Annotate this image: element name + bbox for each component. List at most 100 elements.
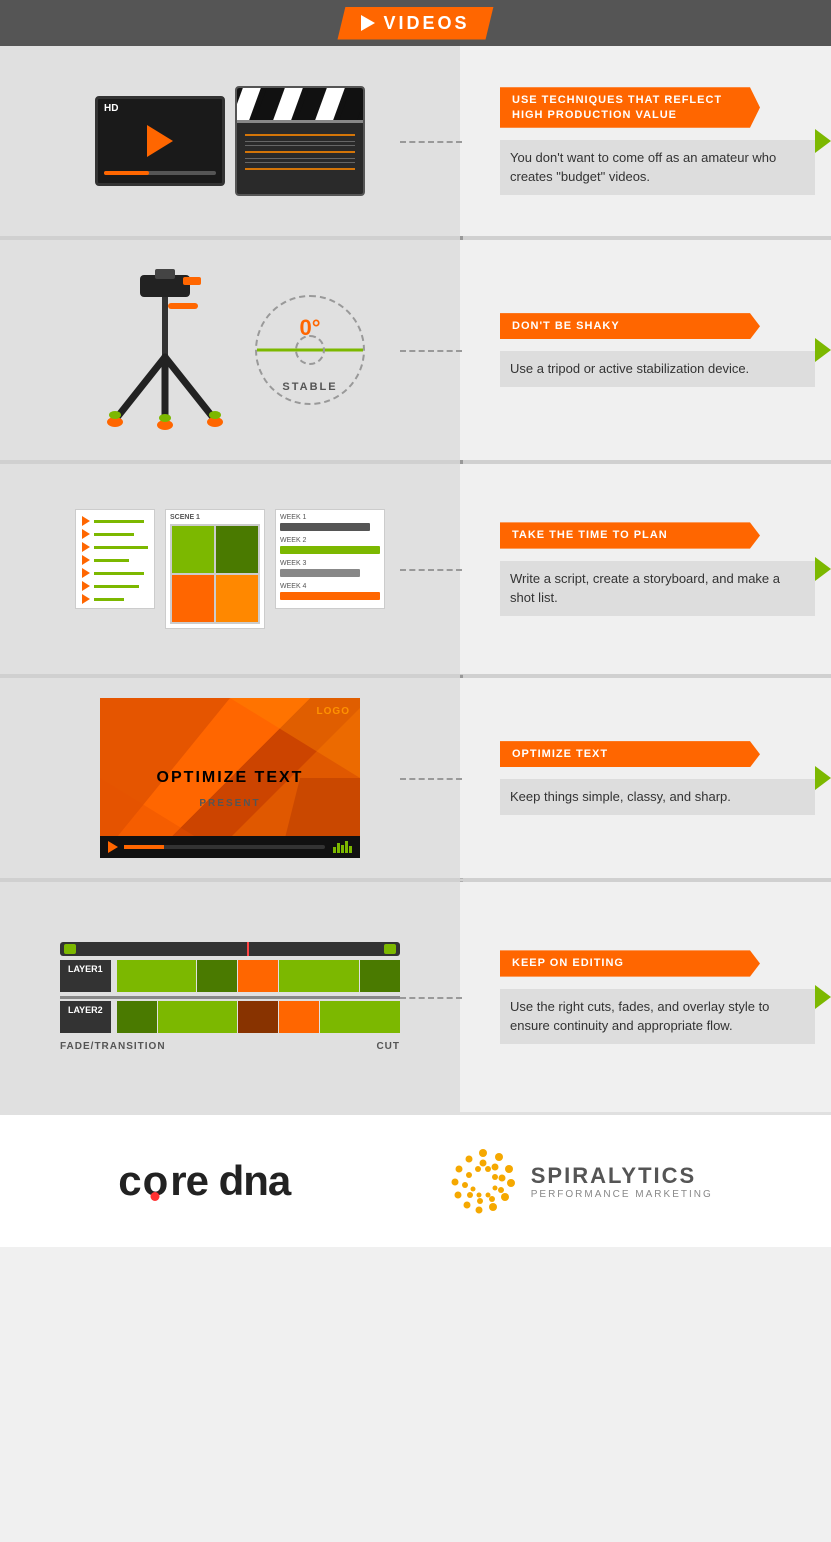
sb-cell-1 <box>172 526 214 573</box>
layer-2-row: LAYER2 <box>60 1001 400 1033</box>
spiralytics-emblem <box>447 1145 519 1217</box>
timeline-ruler <box>60 942 400 956</box>
clapper-line-1 <box>245 134 355 136</box>
tip-3-badge: TAKE THE TIME TO PLAN <box>500 522 760 548</box>
storyboard-grid <box>170 524 260 624</box>
opt-audio-bars <box>333 841 352 853</box>
clapper-body <box>237 123 363 181</box>
script-doc <box>75 509 155 609</box>
section-3-visual: SCENE 1 WEEK 1 WEEK 2 <box>0 464 460 674</box>
tip-5-description: Use the right cuts, fades, and overlay s… <box>510 999 769 1034</box>
tip-4-description: Keep things simple, classy, and sharp. <box>510 789 731 804</box>
opt-bottom-bar <box>100 836 360 858</box>
layer-2-label: LAYER2 <box>60 1001 111 1033</box>
header-title: VIDEOS <box>383 13 469 34</box>
stability-label: STABLE <box>282 381 337 393</box>
opt-progress-track <box>124 845 325 849</box>
tip-4-arrow <box>815 766 831 790</box>
bar-5 <box>349 846 352 853</box>
layer-2-content: LAYER2 <box>60 1001 400 1033</box>
sched-bar-2 <box>280 546 380 554</box>
header: VIDEOS <box>0 0 831 46</box>
section-2-visual: 0° STABLE <box>0 240 460 460</box>
hd-screen: HD <box>95 96 225 186</box>
section-5-tip: KEEP ON EDITING Use the right cuts, fade… <box>460 882 831 1112</box>
doc-arrow-5 <box>82 568 90 578</box>
section-5: LAYER1 <box>0 882 831 1112</box>
tip-2-desc: Use a tripod or active stabilization dev… <box>500 351 815 387</box>
connector-3 <box>400 569 462 571</box>
hd-label: HD <box>104 103 118 114</box>
sb-cell-4 <box>216 575 258 622</box>
tip-4-badge: OPTIMIZE TEXT <box>500 741 760 767</box>
tip-2-description: Use a tripod or active stabilization dev… <box>510 361 749 376</box>
clapper-gray-3 <box>245 158 355 159</box>
clapper-line-3 <box>245 168 355 170</box>
clapper-gray-1 <box>245 141 355 142</box>
tip-5-arrow <box>815 985 831 1009</box>
bar-4 <box>345 841 348 853</box>
clip-1c <box>238 960 278 992</box>
sched-label-2: WEEK 2 <box>280 537 380 544</box>
tip-3-arrow <box>815 557 831 581</box>
sched-week-3: WEEK 3 <box>280 560 380 577</box>
storyboard-doc: SCENE 1 <box>165 509 265 629</box>
doc-arrow-7 <box>82 594 90 604</box>
section-1-tip: USE TECHNIQUES THAT REFLECT HIGH PRODUCT… <box>460 46 831 236</box>
cut-label: CUT <box>376 1041 400 1052</box>
clip-2c <box>238 1001 278 1033</box>
connector-1 <box>400 141 462 143</box>
tip-2-title: DON'T BE SHAKY <box>512 320 620 332</box>
opt-play-icon <box>108 841 118 853</box>
connector-5 <box>400 997 462 999</box>
spiralytics-logo: SPIRALYTICS PERFORMANCE MARKETING <box>447 1145 713 1217</box>
doc-arrow-2 <box>82 529 90 539</box>
tip-1-title: USE TECHNIQUES THAT REFLECT HIGH PRODUCT… <box>512 94 722 120</box>
clapper-line-2 <box>245 151 355 153</box>
tip-5-badge: KEEP ON EDITING <box>500 950 760 976</box>
sched-week-1: WEEK 1 <box>280 514 380 531</box>
tip-3-desc: Write a script, create a storyboard, and… <box>500 561 815 616</box>
bar-1 <box>333 847 336 853</box>
bar-2 <box>337 843 340 853</box>
clapper-gray-4 <box>245 162 355 163</box>
handle-left <box>64 944 76 954</box>
bar-3 <box>341 845 344 853</box>
tip-4-title: OPTIMIZE TEXT <box>512 748 608 760</box>
section-1: HD <box>0 46 831 236</box>
handle-right <box>384 944 396 954</box>
sched-label-1: WEEK 1 <box>280 514 380 521</box>
connector-2 <box>400 350 462 352</box>
layer-1-clips <box>117 960 400 992</box>
tip-1-description: You don't want to come off as an amateur… <box>510 150 776 185</box>
playhead <box>247 942 249 956</box>
stability-circle: 0° STABLE <box>255 295 365 405</box>
header-title-badge: VIDEOS <box>337 7 493 40</box>
footer: c o re dna <box>0 1112 831 1247</box>
tip-2-arrow <box>815 338 831 362</box>
connector-4 <box>400 778 462 780</box>
spiralytics-name: SPIRALYTICS <box>531 1163 713 1189</box>
layer-separator <box>60 996 400 999</box>
layer-1-content: LAYER1 <box>60 960 400 992</box>
spiralytics-sub: PERFORMANCE MARKETING <box>531 1189 713 1200</box>
editing-container: LAYER1 <box>60 942 400 1052</box>
schedule-doc: WEEK 1 WEEK 2 WEEK 3 WEEK 4 <box>275 509 385 609</box>
sb-cell-3 <box>172 575 214 622</box>
section-2: 0° STABLE DON'T BE SHAKY Use a tripod or… <box>0 240 831 460</box>
sched-week-4: WEEK 4 <box>280 583 380 600</box>
plan-docs: SCENE 1 WEEK 1 WEEK 2 <box>75 509 385 629</box>
hd-progress-fill <box>104 171 149 175</box>
clapperboard <box>235 86 365 196</box>
tripod-container: 0° STABLE <box>95 265 365 435</box>
coredna-rest: re dna <box>170 1157 290 1205</box>
clip-1d <box>279 960 359 992</box>
coredna-logo: c o re dna <box>118 1157 290 1205</box>
clip-2d <box>279 1001 319 1033</box>
opt-progress-fill <box>124 845 164 849</box>
section-4: LOGO OPTIMIZE TEXT PRESENT <box>0 678 831 878</box>
section-4-visual: LOGO OPTIMIZE TEXT PRESENT <box>0 678 460 878</box>
doc-arrow-4 <box>82 555 90 565</box>
doc-arrow-6 <box>82 581 90 591</box>
spiralytics-text: SPIRALYTICS PERFORMANCE MARKETING <box>531 1163 713 1200</box>
